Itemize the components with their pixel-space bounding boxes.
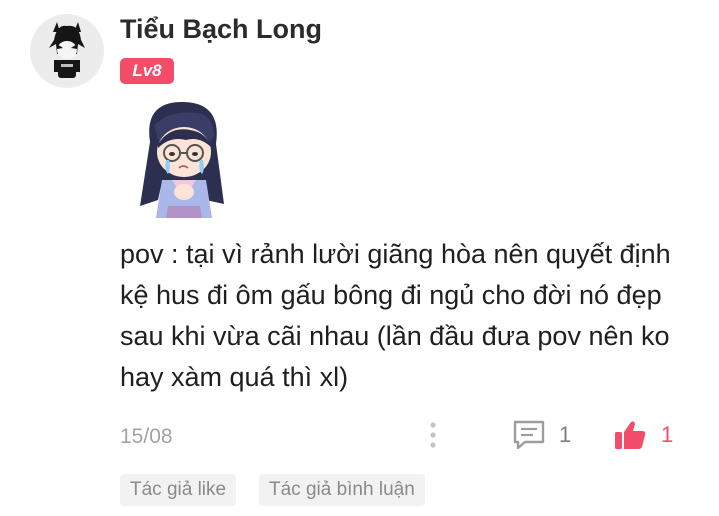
crying-girl-sticker: [130, 96, 234, 220]
author-liked-tag: Tác giả like: [120, 474, 237, 506]
avatar[interactable]: [30, 14, 104, 88]
more-options-icon[interactable]: [425, 420, 441, 452]
like-count: 1: [661, 422, 674, 447]
comment-bubble-icon: [513, 420, 545, 450]
reply-button[interactable]: 1: [511, 418, 571, 452]
reply-count: 1: [559, 422, 572, 447]
thumbs-up-icon: [615, 421, 646, 449]
comment-card: Tiểu Bạch Long Lv8 pov : tại vì rảnh lườ…: [0, 0, 719, 516]
comment-date: 15/08: [120, 425, 173, 448]
author-commented-tag: Tác giả bình luận: [259, 474, 425, 506]
like-button[interactable]: 1: [613, 418, 673, 452]
avatar-image: [30, 14, 104, 88]
level-badge: Lv8: [120, 58, 174, 84]
author-name[interactable]: Tiểu Bạch Long: [120, 14, 322, 45]
comment-body: pov : tại vì rảnh lười giãng hòa nên quy…: [120, 239, 671, 392]
